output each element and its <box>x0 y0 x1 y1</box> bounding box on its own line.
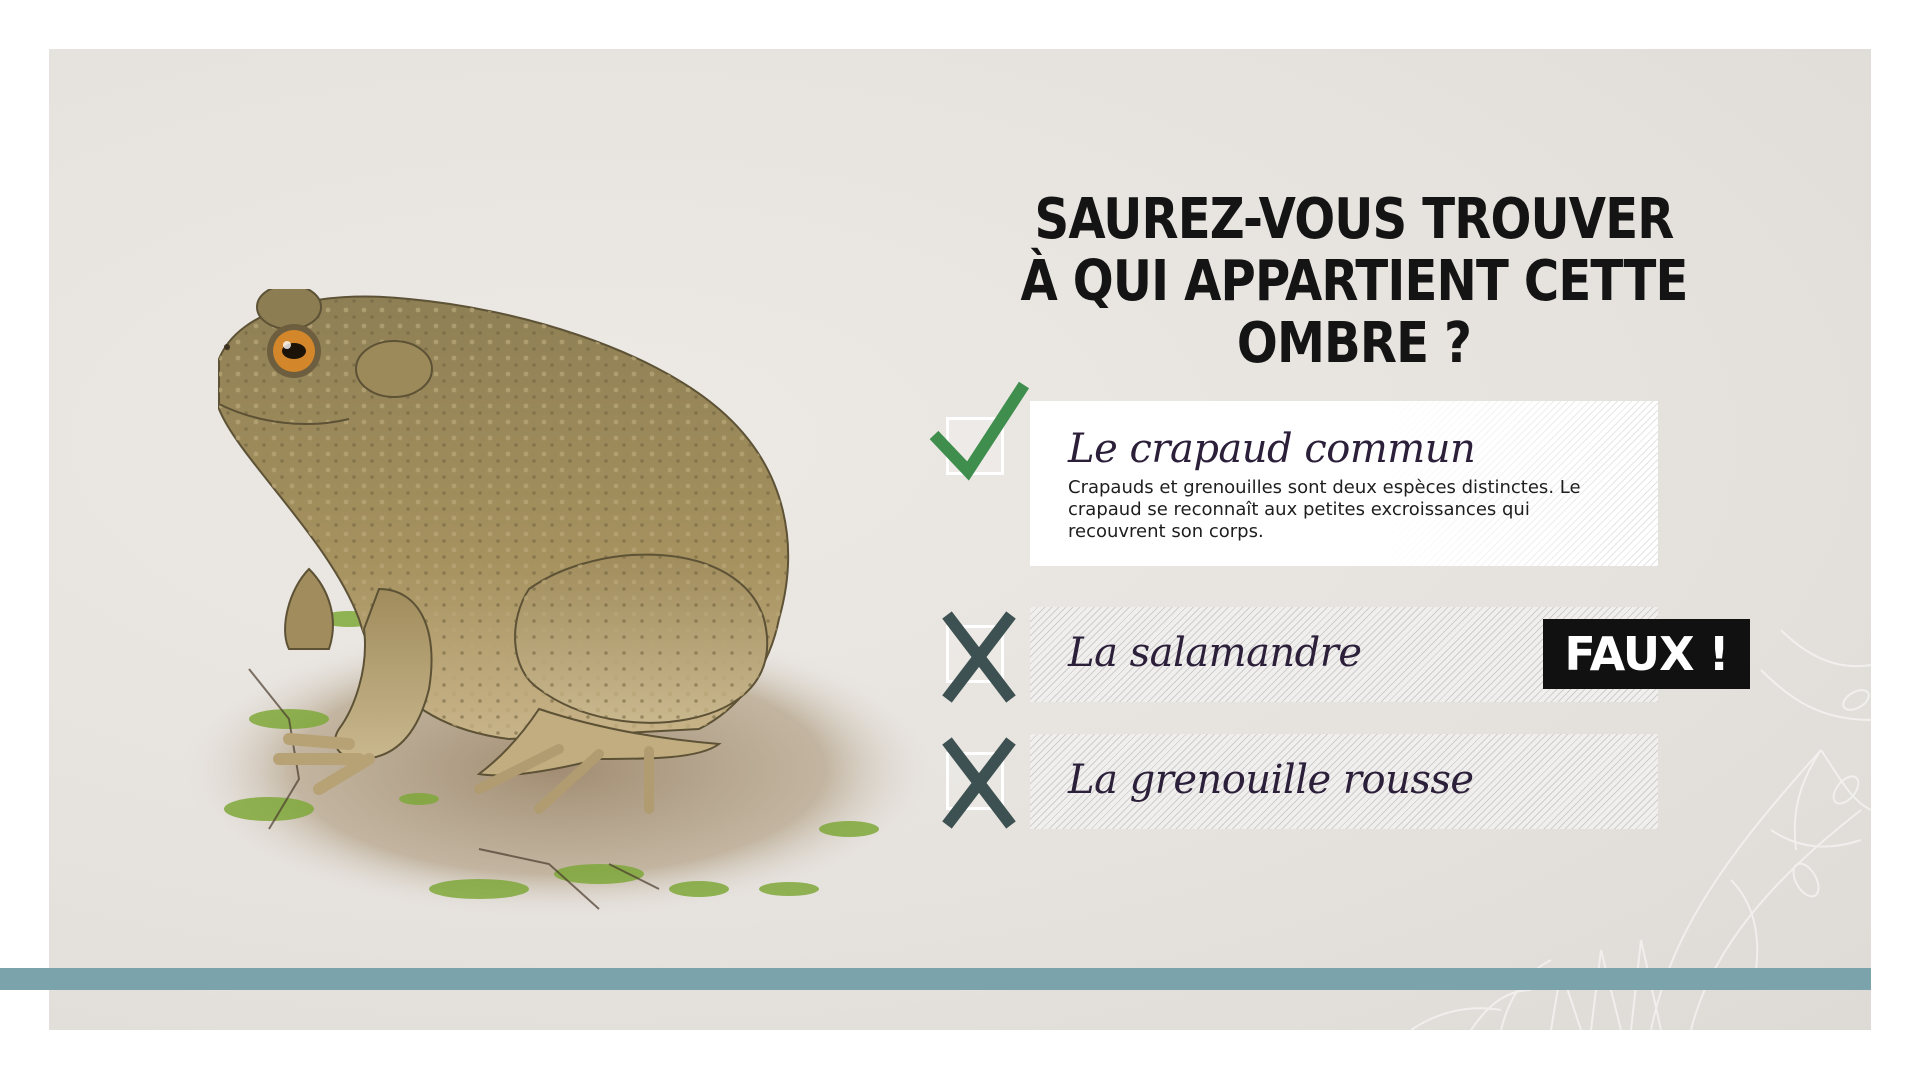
answer-option-1[interactable]: Le crapaud commun Crapauds et grenouille… <box>1030 401 1668 581</box>
feedback-badge-wrong: FAUX ! <box>1543 619 1750 689</box>
question-title: SAUREZ-VOUS TROUVER À QUI APPARTIENT CET… <box>920 189 1789 375</box>
title-line-2: À QUI APPARTIENT CETTE OMBRE ? <box>1020 249 1688 376</box>
bottom-accent-band <box>0 968 1871 990</box>
answer-label-3: La grenouille rousse <box>1068 757 1474 803</box>
check-icon <box>929 381 1030 481</box>
toad-illustration <box>179 289 939 919</box>
answer-description-1: Crapauds et grenouilles sont deux espèce… <box>1068 477 1581 542</box>
title-line-1: SAUREZ-VOUS TROUVER <box>1034 187 1675 252</box>
answer-label-2: La salamandre <box>1068 630 1362 676</box>
answer-label-1: Le crapaud commun <box>1068 426 1476 472</box>
cross-icon <box>942 737 1016 829</box>
answer-option-3[interactable]: La grenouille rousse <box>1030 734 1668 844</box>
quiz-stage: SAUREZ-VOUS TROUVER À QUI APPARTIENT CET… <box>49 49 1871 1030</box>
cross-icon <box>942 611 1016 703</box>
